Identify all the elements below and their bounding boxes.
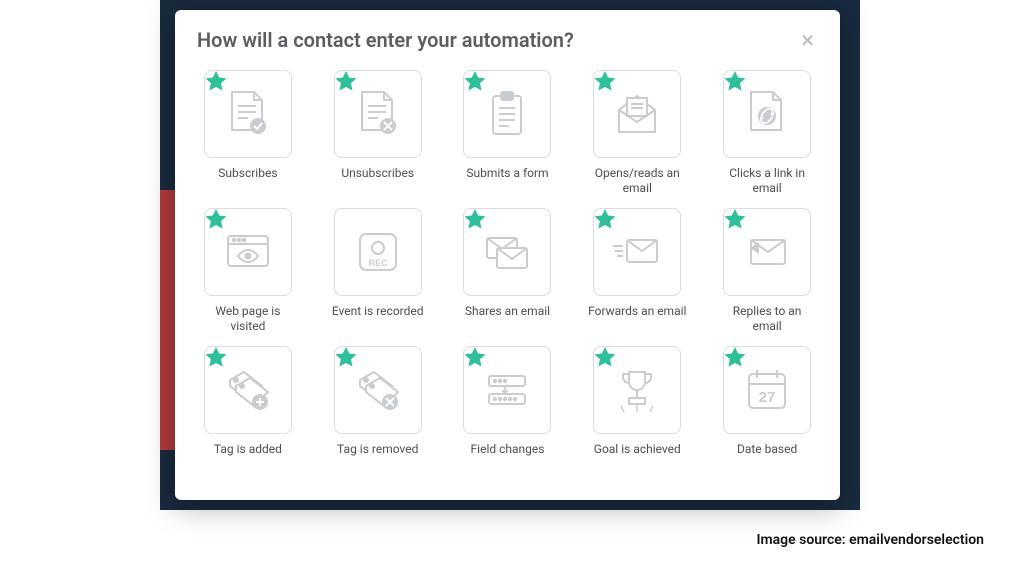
star-icon: [333, 69, 359, 95]
trigger-icon-box: [593, 346, 681, 434]
trigger-card-doc-x[interactable]: Unsubscribes: [327, 70, 429, 196]
trigger-label: Tag is removed: [337, 442, 418, 472]
trigger-label: Unsubscribes: [341, 166, 414, 196]
trigger-card-calendar-27[interactable]: Date based: [716, 346, 818, 472]
trigger-icon-box: [723, 208, 811, 296]
automation-trigger-modal: How will a contact enter your automation…: [175, 10, 840, 500]
trigger-icon-box: [463, 208, 551, 296]
modal-header: How will a contact enter your automation…: [197, 26, 818, 54]
trigger-icon-box: [204, 346, 292, 434]
trigger-label: Clicks a link in email: [717, 166, 817, 196]
star-icon: [333, 345, 359, 371]
close-icon[interactable]: ×: [797, 26, 818, 54]
star-icon: [722, 69, 748, 95]
trigger-card-tag-x[interactable]: Tag is removed: [327, 346, 429, 472]
trigger-card-envelope-fwd[interactable]: Forwards an email: [586, 208, 688, 334]
trigger-icon-box: [723, 70, 811, 158]
trigger-icon-box: [334, 346, 422, 434]
trigger-label: Replies to an email: [717, 304, 817, 334]
star-icon: [203, 69, 229, 95]
trigger-card-field-change[interactable]: Field changes: [457, 346, 559, 472]
star-icon: [722, 207, 748, 233]
star-icon: [203, 345, 229, 371]
trigger-label: Opens/reads an email: [587, 166, 687, 196]
trigger-label: Date based: [737, 442, 797, 472]
trigger-label: Tag is added: [214, 442, 282, 472]
trigger-label: Submits a form: [466, 166, 548, 196]
trigger-card-clipboard[interactable]: Submits a form: [457, 70, 559, 196]
trigger-icon-box: [463, 70, 551, 158]
trigger-icon-box: [593, 70, 681, 158]
trigger-label: Web page is visited: [198, 304, 298, 334]
trigger-label: Forwards an email: [588, 304, 686, 334]
trigger-label: Field changes: [471, 442, 545, 472]
trigger-label: Goal is achieved: [594, 442, 681, 472]
trigger-card-tag-plus[interactable]: Tag is added: [197, 346, 299, 472]
star-icon: [462, 345, 488, 371]
trigger-card-envelope-open[interactable]: Opens/reads an email: [586, 70, 688, 196]
trigger-label: Subscribes: [218, 166, 277, 196]
trigger-card-envelope-reply[interactable]: Replies to an email: [716, 208, 818, 334]
trigger-card-doc-check[interactable]: Subscribes: [197, 70, 299, 196]
trigger-label: Shares an email: [465, 304, 550, 334]
trigger-label: Event is recorded: [332, 304, 424, 334]
star-icon: [462, 69, 488, 95]
star-icon: [592, 69, 618, 95]
trigger-card-rec[interactable]: Event is recorded: [327, 208, 429, 334]
image-attribution: Image source: emailvendorselection: [756, 532, 984, 548]
modal-title: How will a contact enter your automation…: [197, 28, 574, 52]
star-icon: [722, 345, 748, 371]
trigger-grid: Subscribes Unsubscribes Submits a form Open…: [197, 70, 818, 472]
star-icon: [592, 207, 618, 233]
star-icon: [462, 207, 488, 233]
trigger-card-browser-eye[interactable]: Web page is visited: [197, 208, 299, 334]
trigger-card-trophy[interactable]: Goal is achieved: [586, 346, 688, 472]
trigger-icon-box: [334, 70, 422, 158]
trigger-icon-box: [463, 346, 551, 434]
rec-icon: [348, 222, 408, 282]
star-icon: [203, 207, 229, 233]
trigger-icon-box: [593, 208, 681, 296]
trigger-icon-box: [723, 346, 811, 434]
trigger-icon-box: [204, 70, 292, 158]
star-icon: [592, 345, 618, 371]
trigger-icon-box: [334, 208, 422, 296]
trigger-card-doc-link[interactable]: Clicks a link in email: [716, 70, 818, 196]
trigger-card-envelopes[interactable]: Shares an email: [457, 208, 559, 334]
trigger-icon-box: [204, 208, 292, 296]
